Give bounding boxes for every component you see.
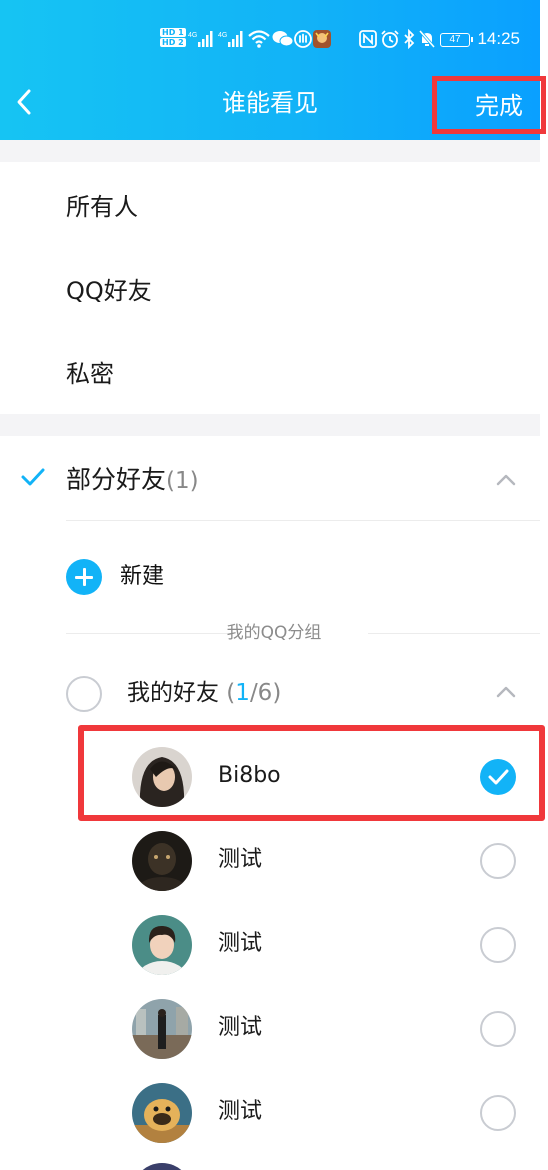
friend-select-radio[interactable]	[480, 1095, 516, 1131]
group-select-radio[interactable]	[66, 676, 102, 712]
friend-row[interactable]: Bi8bo	[0, 735, 540, 819]
friend-select-radio[interactable]	[480, 843, 516, 879]
avatar	[132, 915, 192, 975]
group-name-label: 我的好友	[127, 680, 219, 706]
friend-row[interactable]: 测试	[0, 903, 540, 987]
chevron-up-icon[interactable]	[494, 684, 518, 700]
option-partial-friends[interactable]: 部分好友(1)	[66, 465, 199, 496]
check-icon	[488, 769, 509, 785]
avatar	[132, 999, 192, 1059]
friend-select-radio[interactable]	[480, 1011, 516, 1047]
wechat-icon	[272, 28, 294, 50]
add-group-button[interactable]	[66, 559, 102, 595]
partial-friends-count: (1)	[166, 468, 199, 494]
divider	[368, 633, 540, 634]
game-app-icon	[312, 28, 332, 50]
friend-name: 测试	[218, 1099, 263, 1124]
friend-name: 测试	[218, 847, 263, 872]
group-total-count: /6)	[249, 680, 282, 706]
divider	[66, 520, 540, 521]
option-private[interactable]: 私密	[66, 359, 114, 389]
mute-bell-icon	[418, 28, 436, 50]
section-gap	[0, 140, 540, 162]
new-group-label[interactable]: 新建	[120, 563, 164, 591]
svg-text:4G: 4G	[188, 32, 197, 39]
status-bar: HD 1 HD 2 4G 4G 47 14:25	[0, 24, 540, 56]
option-everyone[interactable]: 所有人	[66, 192, 138, 222]
group-selected-count: 1	[235, 680, 250, 706]
friend-row[interactable]: 测试	[0, 819, 540, 903]
hd1-badge: HD 1	[160, 28, 186, 37]
friend-row[interactable]: 测试	[0, 1071, 540, 1155]
partial-friends-label: 部分好友	[66, 465, 167, 494]
hd2-badge: HD 2	[160, 38, 186, 47]
friend-name: Bi8bo	[218, 763, 281, 788]
avatar	[132, 1083, 192, 1143]
friend-select-radio[interactable]	[480, 927, 516, 963]
option-qq-friends[interactable]: QQ好友	[66, 276, 152, 306]
friend-name: 测试	[218, 1015, 263, 1040]
friend-name: 测试	[218, 931, 263, 956]
alarm-icon	[380, 28, 400, 50]
group-name[interactable]: 我的好友 (1/6)	[127, 678, 281, 708]
done-button[interactable]: 完成	[432, 76, 546, 134]
bluetooth-icon	[402, 28, 416, 50]
signal-icon: 4G	[188, 28, 214, 50]
wifi-icon	[248, 28, 270, 50]
done-button-label: 完成	[475, 92, 523, 120]
friend-select-check[interactable]	[480, 759, 516, 795]
hd-badges: HD 1 HD 2	[160, 28, 186, 50]
avatar	[132, 831, 192, 891]
status-time: 14:25	[477, 29, 520, 48]
selected-check-icon	[21, 468, 45, 486]
avatar	[132, 1163, 192, 1170]
section-gap	[0, 414, 540, 436]
chevron-up-icon[interactable]	[494, 472, 518, 488]
svg-text:4G: 4G	[218, 32, 227, 39]
avatar	[132, 747, 192, 807]
nfc-icon	[359, 28, 377, 50]
battery-icon: 47	[440, 33, 473, 47]
hand-icon	[294, 28, 312, 50]
friend-row[interactable]: 测试	[0, 987, 540, 1071]
signal-icon: 4G	[218, 28, 244, 50]
